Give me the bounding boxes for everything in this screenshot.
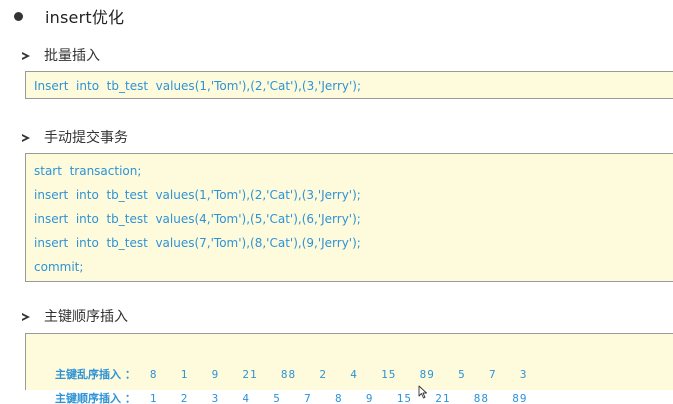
code-block-manual-commit: start transaction; insert into tb_test v…	[25, 153, 673, 282]
page-title: insert优化	[45, 8, 125, 27]
arrowhead-icon	[22, 51, 30, 60]
code-block-pk-order: 主键乱序插入 ： 8 1 9 21 88 2 4 15 89 5 7 3 主键顺序…	[25, 333, 673, 404]
slide: insert优化 批量插入 Insert into tb_test values…	[0, 0, 673, 404]
code-line: insert into tb_test values(7,'Tom'),(8,'…	[34, 236, 361, 250]
code-block-batch-insert: Insert into tb_test values(1,'Tom'),(2,'…	[25, 71, 673, 99]
section-heading-manual-commit: 手动提交事务	[22, 126, 128, 148]
mouse-pointer-icon	[418, 385, 427, 399]
code-line: start transaction;	[34, 164, 142, 178]
arrowhead-icon	[22, 312, 30, 321]
code-line: insert into tb_test values(4,'Tom'),(5,'…	[34, 212, 361, 226]
code-line: insert into tb_test values(1,'Tom'),(2,'…	[34, 188, 361, 202]
code-line: commit;	[34, 260, 84, 274]
main-heading: insert优化	[14, 2, 124, 30]
pk-random-row: 主键乱序插入 ： 8 1 9 21 88 2 4 15 89 5 7 3	[34, 339, 673, 381]
code-line: Insert into tb_test values(1,'Tom'),(2,'…	[34, 79, 362, 93]
bullet-icon	[14, 11, 23, 21]
arrowhead-icon	[22, 133, 30, 142]
row-label: 主键乱序插入 ：	[54, 368, 136, 381]
row-label: 主键顺序插入 ：	[54, 392, 136, 404]
section-heading-batch-insert: 批量插入	[22, 44, 100, 66]
row-values: 1 2 3 4 5 7 8 9 15 21 88 89	[149, 392, 528, 404]
row-values: 8 1 9 21 88 2 4 15 89 5 7 3	[149, 368, 528, 381]
section-title: 批量插入	[44, 48, 100, 64]
section-title: 手动提交事务	[44, 130, 128, 146]
section-title: 主键顺序插入	[44, 309, 128, 325]
section-heading-pk-order: 主键顺序插入	[22, 305, 128, 327]
